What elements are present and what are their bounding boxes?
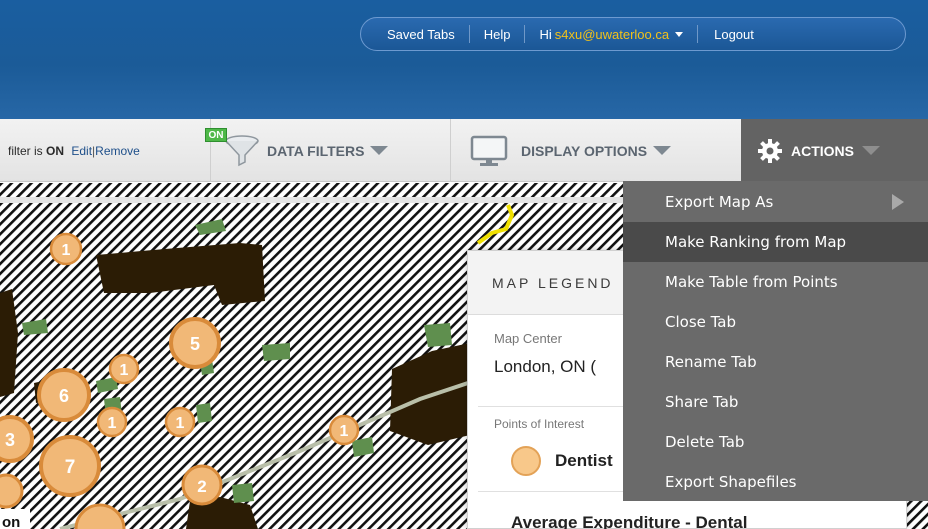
menu-item-label: Export Shapefiles xyxy=(665,473,797,491)
poi-swatch-icon xyxy=(511,446,541,476)
help-link[interactable]: Help xyxy=(470,18,525,50)
poi-cluster[interactable]: 3 xyxy=(0,415,34,463)
logout-link[interactable]: Logout xyxy=(698,18,768,50)
menu-item-label: Rename Tab xyxy=(665,353,757,371)
park xyxy=(232,483,254,503)
help-label: Help xyxy=(483,26,511,42)
menu-item-export-shapefiles[interactable]: Export Shapefiles xyxy=(623,462,928,502)
poi-cluster-partial[interactable] xyxy=(0,473,24,509)
actions-dropdown-menu: Export Map As Make Ranking from Map Make… xyxy=(623,181,928,501)
menu-item-label: Close Tab xyxy=(665,313,737,331)
chevron-down-icon xyxy=(653,146,672,155)
edit-filter-link[interactable]: Edit xyxy=(71,144,92,158)
menu-item-rename-tab[interactable]: Rename Tab xyxy=(623,342,928,382)
menu-item-label: Delete Tab xyxy=(665,433,745,451)
map-place-label: on xyxy=(2,514,20,529)
poi-cluster[interactable]: 5 xyxy=(169,317,221,369)
park xyxy=(196,403,212,423)
greeting: Hi xyxy=(539,26,552,42)
menu-item-delete-tab[interactable]: Delete Tab xyxy=(623,422,928,462)
menu-item-label: Share Tab xyxy=(665,393,739,411)
user-email: s4xu@uwaterloo.ca xyxy=(554,26,670,42)
monitor-icon xyxy=(470,135,508,166)
actions-button[interactable]: ACTIONS xyxy=(741,119,928,182)
expenditure-title: Average Expenditure - Dental xyxy=(511,513,748,529)
poi-cluster[interactable]: 2 xyxy=(181,464,223,506)
display-options-button[interactable]: DISPLAY OPTIONS xyxy=(450,119,740,182)
filter-status-state: ON xyxy=(46,144,65,158)
poi-cluster[interactable]: 1 xyxy=(164,406,196,438)
filter-status-prefix: filter is xyxy=(8,144,43,158)
chevron-down-icon xyxy=(675,31,684,37)
poi-cluster[interactable]: 1 xyxy=(328,414,360,446)
display-options-label: DISPLAY OPTIONS xyxy=(521,142,648,159)
poi-cluster-count: 1 xyxy=(176,415,185,432)
map-toolbar: filter is ON Edit|Remove DATA FILTERS DI… xyxy=(0,119,928,182)
user-nav-pill: Saved Tabs Help Hi s4xu@uwaterloo.ca Log… xyxy=(360,17,906,51)
poi-cluster-count: 1 xyxy=(108,415,117,432)
remove-filter-link[interactable]: Remove xyxy=(95,144,140,158)
poi-cluster-count: 6 xyxy=(59,386,69,406)
chevron-down-icon xyxy=(862,146,880,155)
filter-on-badge: ON xyxy=(205,128,227,142)
poi-cluster[interactable]: 6 xyxy=(37,368,91,422)
park xyxy=(262,343,290,361)
menu-item-label: Make Table from Points xyxy=(665,273,838,291)
poi-cluster-count: 7 xyxy=(65,457,76,478)
poi-cluster-count: 2 xyxy=(197,477,206,496)
top-header: Saved Tabs Help Hi s4xu@uwaterloo.ca Log… xyxy=(0,0,928,119)
menu-item-label: Make Ranking from Map xyxy=(665,233,847,251)
poi-value: Dentist xyxy=(555,451,613,470)
poi-cluster[interactable]: 1 xyxy=(96,406,128,438)
menu-item-close-tab[interactable]: Close Tab xyxy=(623,302,928,342)
menu-item-share-tab[interactable]: Share Tab xyxy=(623,382,928,422)
data-filters-label: DATA FILTERS xyxy=(267,142,365,159)
menu-item-label: Export Map As xyxy=(665,193,774,211)
chevron-down-icon xyxy=(370,146,389,155)
account-menu[interactable]: Hi s4xu@uwaterloo.ca xyxy=(525,18,697,50)
filter-status: filter is ON Edit|Remove xyxy=(8,144,140,158)
park xyxy=(424,323,452,347)
poi-cluster[interactable]: 7 xyxy=(39,435,101,497)
menu-item-make-table[interactable]: Make Table from Points xyxy=(623,262,928,302)
poi-cluster[interactable]: 1 xyxy=(49,232,83,266)
poi-cluster-count: 5 xyxy=(190,334,200,354)
logout-label: Logout xyxy=(714,26,754,42)
actions-label: ACTIONS xyxy=(791,142,854,159)
poi-cluster-count: 1 xyxy=(62,242,71,259)
saved-tabs-label: Saved Tabs xyxy=(387,26,455,42)
gear-icon xyxy=(758,138,782,163)
poi-cluster-count: 1 xyxy=(340,423,349,440)
poi-cluster-count: 3 xyxy=(5,430,15,450)
poi-label: Points of Interest xyxy=(494,417,585,431)
poi-cluster[interactable]: 1 xyxy=(108,353,140,385)
menu-item-make-ranking[interactable]: Make Ranking from Map xyxy=(623,222,928,262)
saved-tabs-link[interactable]: Saved Tabs xyxy=(361,18,469,50)
data-filters-button[interactable]: DATA FILTERS xyxy=(210,119,448,182)
legend-title: MAP LEGEND xyxy=(492,275,614,291)
map-center-label: Map Center xyxy=(494,331,562,346)
menu-item-export-map-as[interactable]: Export Map As xyxy=(623,182,928,222)
poi-cluster-count: 1 xyxy=(120,362,129,379)
map-center-value: London, ON ( xyxy=(494,357,597,376)
chevron-right-icon xyxy=(892,194,904,210)
funnel-icon xyxy=(225,134,259,166)
